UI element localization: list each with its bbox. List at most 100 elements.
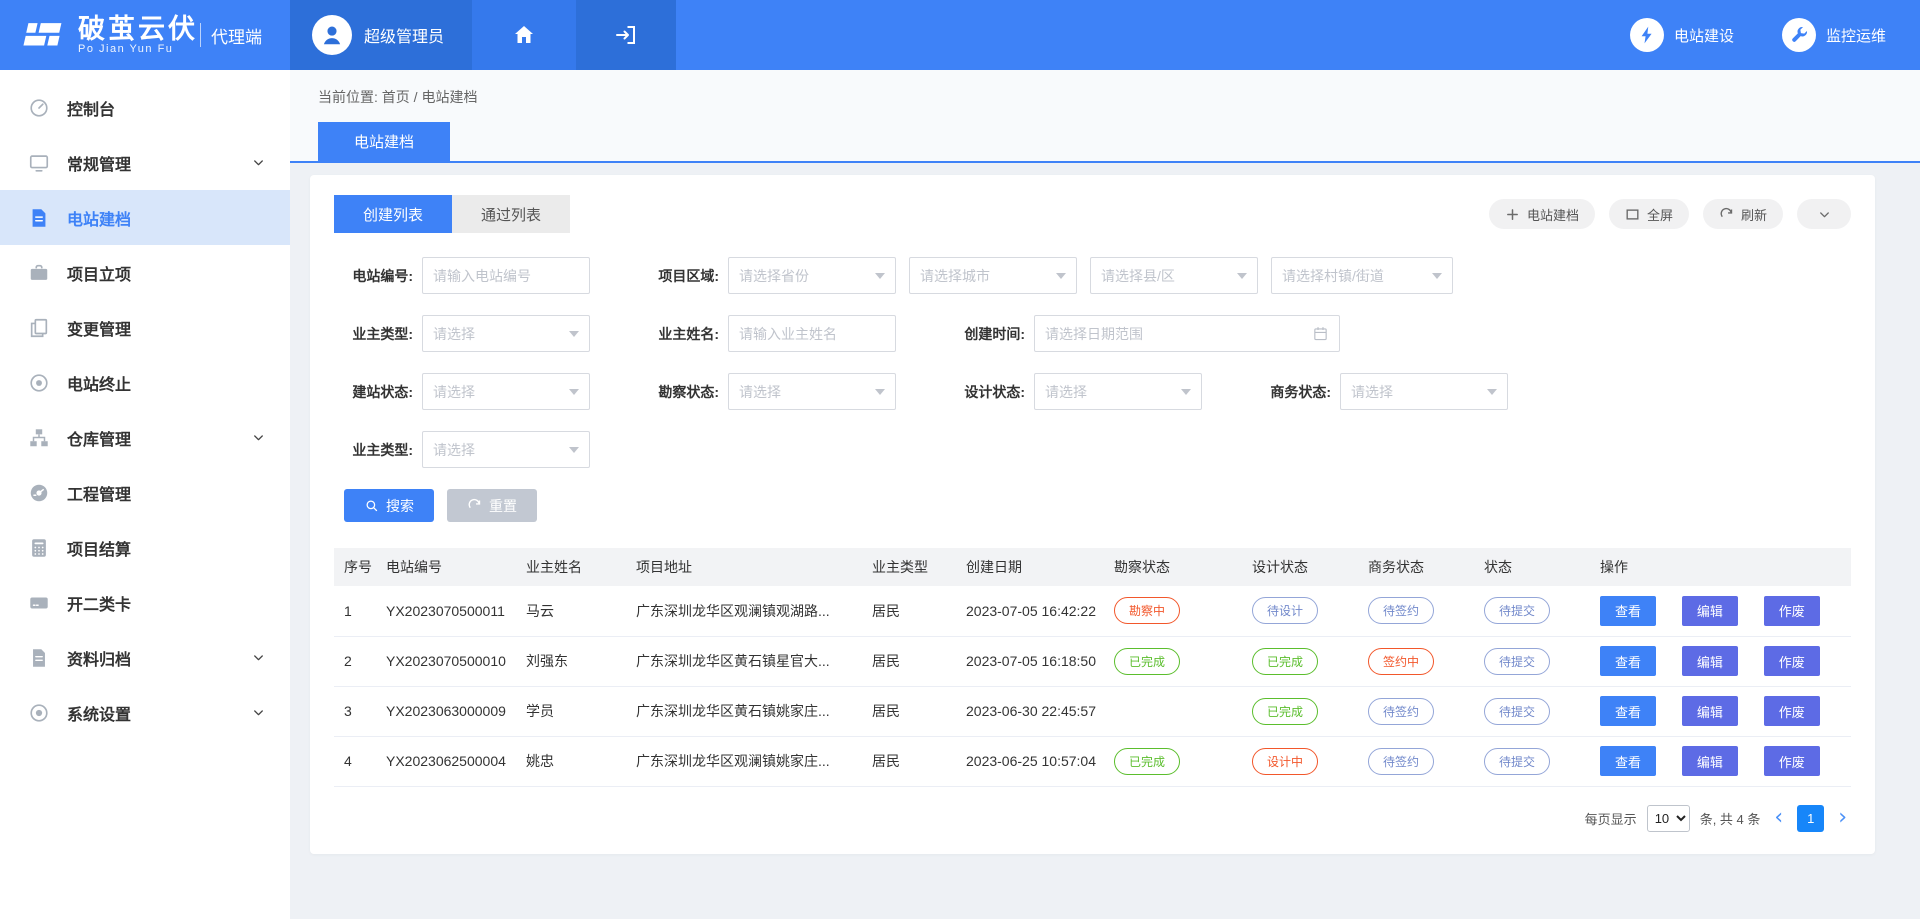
cell-survey-empty bbox=[1104, 686, 1242, 736]
town-select[interactable]: 请选择村镇/街道 bbox=[1271, 257, 1453, 294]
main-content: 当前位置: 首页 / 电站建档 电站建档 创建列表 通过列表 电站建档 bbox=[290, 70, 1920, 919]
design-status-select-value: 请选择 bbox=[1045, 382, 1087, 402]
design-status-badge: 待设计 bbox=[1252, 597, 1318, 624]
survey-status-select[interactable]: 请选择 bbox=[728, 373, 896, 410]
edit-button[interactable]: 编辑 bbox=[1682, 596, 1738, 626]
user-block[interactable]: 超级管理员 bbox=[290, 0, 472, 70]
create-time-label: 创建时间: bbox=[946, 324, 1034, 344]
void-button[interactable]: 作废 bbox=[1764, 696, 1820, 726]
copy-icon bbox=[28, 317, 50, 339]
cell-date: 2023-07-05 16:42:22 bbox=[956, 586, 1104, 636]
design-status-select[interactable]: 请选择 bbox=[1034, 373, 1202, 410]
survey-status-badge: 勘察中 bbox=[1114, 597, 1180, 624]
sidebar-item-project-approval[interactable]: 项目立项 bbox=[0, 245, 290, 300]
cell-address: 广东深圳龙华区观澜镇观湖路... bbox=[626, 586, 862, 636]
status-badge: 待提交 bbox=[1484, 648, 1550, 675]
sidebar-item-warehouse-mgmt[interactable]: 仓库管理 bbox=[0, 410, 290, 465]
edit-button[interactable]: 编辑 bbox=[1682, 696, 1738, 726]
view-button[interactable]: 查看 bbox=[1600, 746, 1656, 776]
business-status-select[interactable]: 请选择 bbox=[1340, 373, 1508, 410]
next-page-icon[interactable]: › bbox=[1834, 807, 1851, 829]
logout-button[interactable] bbox=[576, 0, 676, 70]
cell-station-no: YX2023070500011 bbox=[376, 586, 516, 636]
col-header: 业主类型 bbox=[862, 548, 956, 586]
view-button[interactable]: 查看 bbox=[1600, 696, 1656, 726]
caret-down-icon bbox=[1056, 273, 1066, 279]
sidebar-item-data-archive[interactable]: 资料归档 bbox=[0, 630, 290, 685]
view-button[interactable]: 查看 bbox=[1600, 646, 1656, 676]
station-table: 序号 电站编号 业主姓名 项目地址 业主类型 创建日期 勘察状态 设计状态 商务… bbox=[334, 548, 1851, 787]
city-select-value: 请选择城市 bbox=[920, 266, 990, 286]
business-status-badge: 待签约 bbox=[1368, 597, 1434, 624]
owner-type2-select[interactable]: 请选择 bbox=[422, 431, 590, 468]
col-header: 序号 bbox=[334, 548, 376, 586]
owner-name-input[interactable] bbox=[728, 315, 896, 352]
logo-area: 破茧云伏 Po Jian Yun Fu 代理端 bbox=[0, 0, 290, 70]
sidebar-item-change-mgmt[interactable]: 变更管理 bbox=[0, 300, 290, 355]
user-name: 超级管理员 bbox=[364, 23, 444, 47]
reset-button[interactable]: 重置 bbox=[447, 489, 537, 522]
page-number-active[interactable]: 1 bbox=[1797, 805, 1824, 832]
edit-button[interactable]: 编辑 bbox=[1682, 646, 1738, 676]
sidebar-item-system-settings[interactable]: 系统设置 bbox=[0, 685, 290, 740]
fullscreen-button[interactable]: 全屏 bbox=[1609, 199, 1689, 229]
collapse-button[interactable] bbox=[1797, 199, 1851, 229]
county-select[interactable]: 请选择县/区 bbox=[1090, 257, 1258, 294]
create-station-button[interactable]: 电站建档 bbox=[1489, 199, 1595, 229]
sidebar-item-console[interactable]: 控制台 bbox=[0, 80, 290, 135]
topnav-right: 电站建设 监控运维 bbox=[1630, 0, 1920, 70]
cell-station-no: YX2023070500010 bbox=[376, 636, 516, 686]
reset-label: 重置 bbox=[489, 496, 517, 516]
owner-type-select[interactable]: 请选择 bbox=[422, 315, 590, 352]
caret-down-icon bbox=[569, 447, 579, 453]
cell-no: 3 bbox=[334, 686, 376, 736]
refresh-label: 刷新 bbox=[1741, 205, 1767, 224]
nav-station-construction[interactable]: 电站建设 bbox=[1630, 18, 1734, 52]
search-button[interactable]: 搜索 bbox=[344, 489, 434, 522]
province-select[interactable]: 请选择省份 bbox=[728, 257, 896, 294]
view-button[interactable]: 查看 bbox=[1600, 596, 1656, 626]
caret-down-icon bbox=[1487, 389, 1497, 395]
tab-create-list[interactable]: 创建列表 bbox=[334, 195, 452, 233]
table-row: 2 YX2023070500010 刘强东 广东深圳龙华区黄石镇星官大... 居… bbox=[334, 636, 1851, 686]
caret-down-icon bbox=[1181, 389, 1191, 395]
void-button[interactable]: 作废 bbox=[1764, 596, 1820, 626]
void-button[interactable]: 作废 bbox=[1764, 646, 1820, 676]
search-label: 搜索 bbox=[386, 496, 414, 516]
home-button[interactable] bbox=[472, 0, 576, 70]
toolbar: 电站建档 全屏 刷新 bbox=[1489, 199, 1851, 229]
fullscreen-icon bbox=[1625, 207, 1640, 222]
cell-owner-type: 居民 bbox=[862, 636, 956, 686]
logo-text: 破茧云伏 Po Jian Yun Fu bbox=[78, 15, 198, 55]
bolt-icon bbox=[1630, 18, 1664, 52]
build-status-select[interactable]: 请选择 bbox=[422, 373, 590, 410]
nav-monitor-ops[interactable]: 监控运维 bbox=[1782, 18, 1886, 52]
refresh-button[interactable]: 刷新 bbox=[1703, 199, 1783, 229]
sidebar-item-type2-card[interactable]: 开二类卡 bbox=[0, 575, 290, 630]
edit-button[interactable]: 编辑 bbox=[1682, 746, 1738, 776]
sidebar-item-label: 电站终止 bbox=[67, 371, 131, 395]
sitemap-icon bbox=[28, 427, 50, 449]
sidebar-item-engineering-mgmt[interactable]: 工程管理 bbox=[0, 465, 290, 520]
sidebar-item-station-termination[interactable]: 电站终止 bbox=[0, 355, 290, 410]
cell-address: 广东深圳龙华区观澜镇姚家庄... bbox=[626, 736, 862, 786]
city-select[interactable]: 请选择城市 bbox=[909, 257, 1077, 294]
per-page-select[interactable]: 10 bbox=[1647, 805, 1690, 832]
station-no-input[interactable] bbox=[422, 257, 590, 294]
sidebar-item-general-mgmt[interactable]: 常规管理 bbox=[0, 135, 290, 190]
page-tab-station-filing[interactable]: 电站建档 bbox=[318, 122, 450, 161]
gear-icon bbox=[28, 702, 50, 724]
chevron-down-icon bbox=[251, 705, 266, 720]
cell-date: 2023-07-05 16:18:50 bbox=[956, 636, 1104, 686]
void-button[interactable]: 作废 bbox=[1764, 746, 1820, 776]
briefcase-icon bbox=[28, 262, 50, 284]
sidebar-item-project-settlement[interactable]: 项目结算 bbox=[0, 520, 290, 575]
date-range-picker[interactable]: 请选择日期范围 bbox=[1034, 315, 1340, 352]
prev-page-icon[interactable]: ‹ bbox=[1770, 807, 1787, 829]
sidebar-item-label: 常规管理 bbox=[67, 151, 131, 175]
tab-passed-list[interactable]: 通过列表 bbox=[452, 195, 570, 233]
caret-down-icon bbox=[875, 273, 885, 279]
sidebar-item-label: 变更管理 bbox=[67, 316, 131, 340]
sidebar-item-station-filing[interactable]: 电站建档 bbox=[0, 190, 290, 245]
cell-owner: 姚忠 bbox=[516, 736, 626, 786]
